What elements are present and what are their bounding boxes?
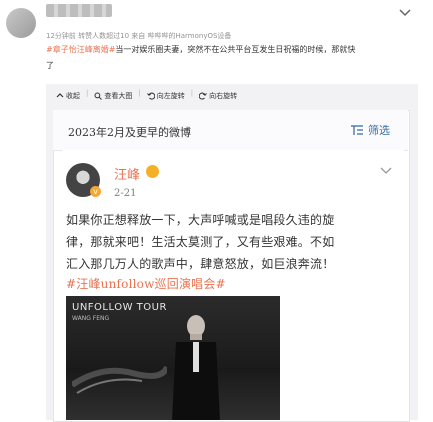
chevron-down-icon[interactable] [398,8,412,18]
blurred-username [46,4,112,17]
card-title: 2023年2月及更早的微博 [68,126,191,139]
collapse-label: 收起 [66,92,80,100]
poster-subtitle: WANG FENG [72,315,110,322]
post-body-text: 当一对娱乐圈夫妻，突然不在公共平台互发生日祝福的时候，那就快 [115,45,356,54]
rotate-left-button[interactable]: 向左旋转 [146,89,191,103]
user-avatar[interactable] [6,8,36,38]
image-toolbar: 收起 | 查看大图 | 向左旋转 | 向右旋转 [56,89,243,103]
filter-label: 筛选 [368,124,390,137]
post-meta: 12分钟前 转赞人数超过10 来自 哔哔哔的HarmonyOS设备 [46,32,232,40]
poster-title: UNFOLLOW TOUR [72,302,167,313]
post-body-line1: #章子怡汪峰离婚#当一对娱乐圈夫妻，突然不在公共平台互发生日祝福的时候，那就快 [46,44,355,55]
post-date[interactable]: 2-21 [114,188,136,199]
toolbar-divider: | [190,89,194,97]
post-text-line: 律，那就来吧！生活太莫测了，又有些艰难。不如 [66,235,335,249]
rotate-right-button[interactable]: 向右旋转 [199,89,243,103]
collapse-icon [56,93,64,98]
rotate-left-icon [146,92,155,100]
toolbar-divider: | [86,89,89,97]
crown-icon [146,165,159,178]
hashtag-link[interactable]: #汪峰unfollow巡回演唱会# [66,275,226,292]
zoom-icon [94,92,103,100]
verified-badge-icon: v [90,186,101,197]
view-large-button[interactable]: 查看大图 [94,89,138,103]
post-text-line: 汇入那几万人的歌声中，肆意怒放，如巨浪奔流！ [66,257,335,271]
filter-button[interactable]: 筛选 [350,122,390,138]
poster-light-streak [72,365,167,394]
view-large-label: 查看大图 [104,92,133,100]
rotate-right-icon [199,92,207,100]
rotate-left-label: 向左旋转 [156,92,185,100]
toolbar-divider: | [138,89,141,97]
poster-person-figure [172,315,220,420]
author-name[interactable]: 汪峰 [114,164,140,183]
post-text-line: 如果你正想释放一下，大声呼喊或是唱段久违的旋 [66,213,335,227]
post-body-line2: 了 [46,61,54,70]
hashtag-link[interactable]: #章子怡汪峰离婚# [46,45,115,54]
rotate-right-label: 向右旋转 [209,92,238,100]
chevron-down-icon[interactable] [379,166,393,176]
collapse-button[interactable]: 收起 [56,89,86,103]
filter-icon [351,125,363,135]
